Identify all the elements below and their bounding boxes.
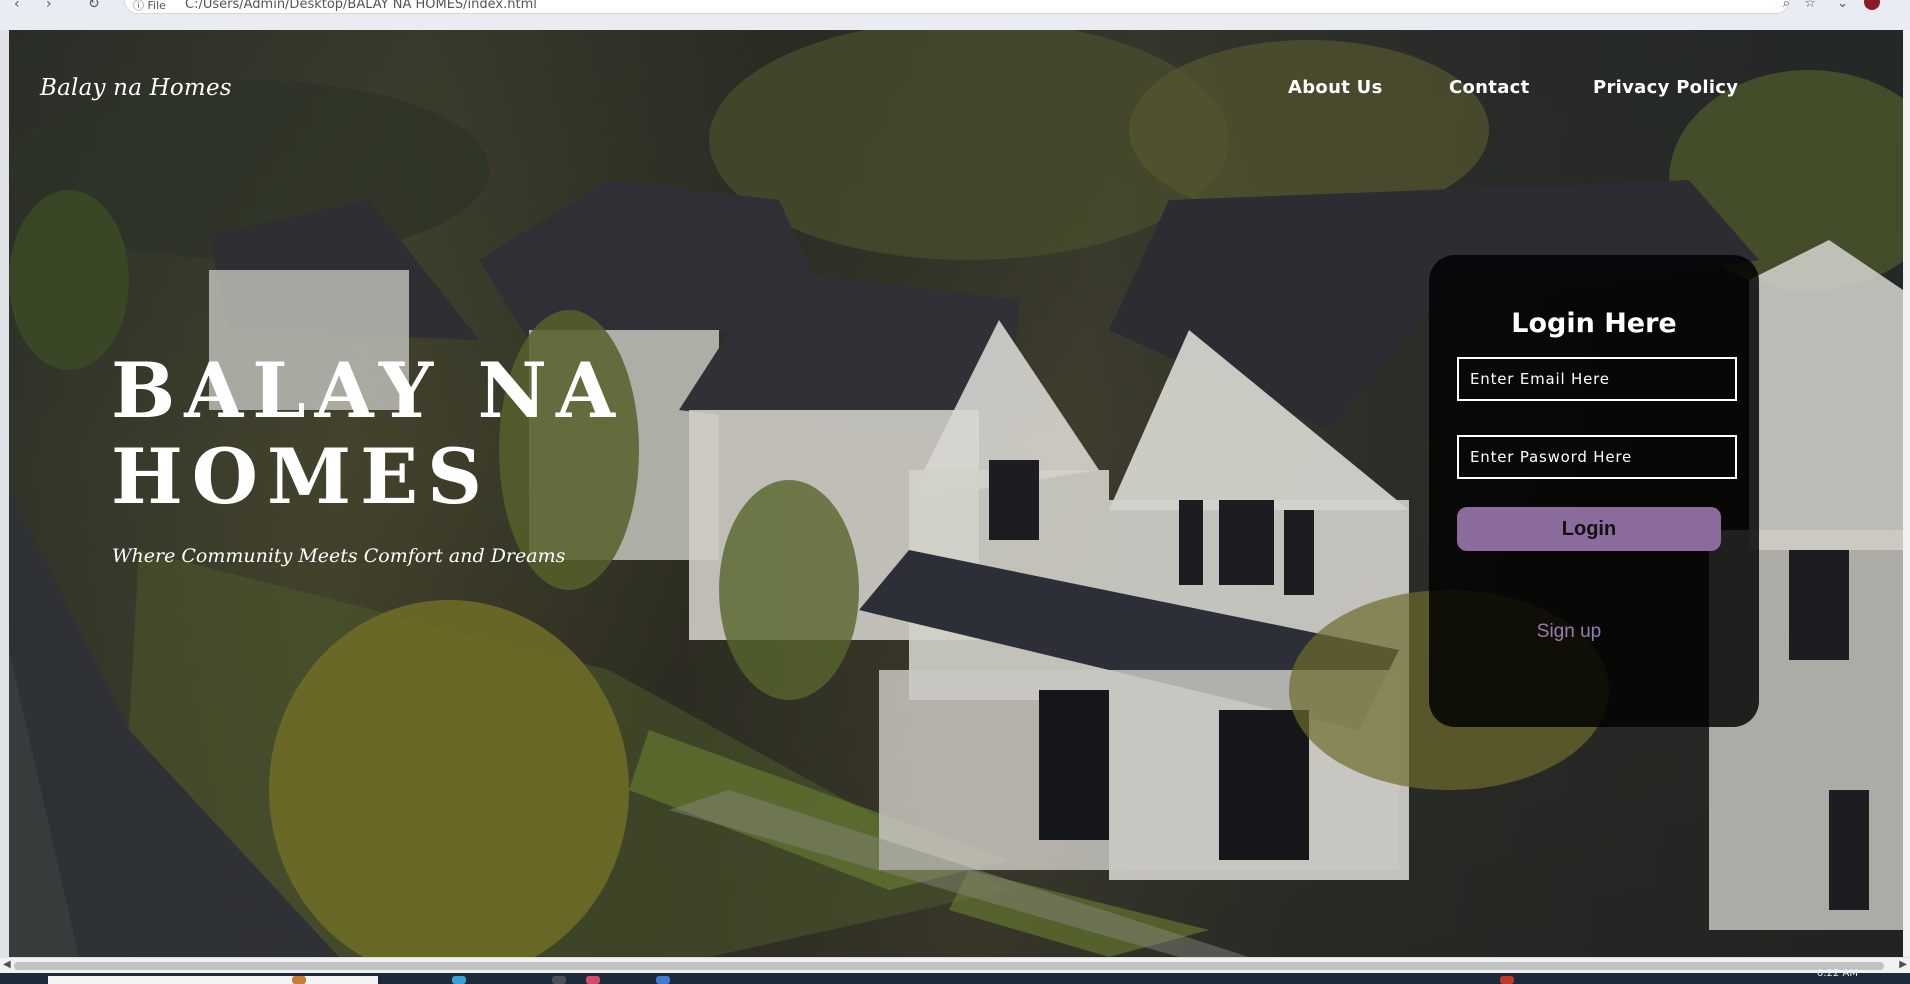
scroll-left-icon[interactable]: ◀: [3, 959, 11, 970]
vertical-scrollbar[interactable]: [1903, 30, 1910, 957]
taskbar-edge-icon[interactable]: [452, 976, 466, 984]
email-field[interactable]: [1457, 357, 1737, 401]
signup-link[interactable]: Sign up: [1429, 621, 1709, 643]
reload-icon[interactable]: ↻: [88, 0, 100, 12]
taskbar-clock[interactable]: 6:22 AM: [1817, 968, 1858, 979]
browser-toolbar: ‹ › ↻ ⓘ File C:/Users/Admin/Desktop/BALA…: [0, 0, 1910, 30]
hero-title-line2: HOMES: [111, 432, 491, 521]
password-field[interactable]: [1457, 435, 1737, 479]
taskbar-chrome-icon[interactable]: [586, 976, 600, 984]
os-taskbar: 6:22 AM: [0, 968, 1910, 984]
taskbar-files-icon[interactable]: [552, 976, 566, 984]
hero-title: BALAY NA HOMES: [111, 348, 624, 520]
scrollbar-thumb[interactable]: [14, 962, 1884, 970]
scheme-label: File: [147, 0, 166, 12]
taskbar-search-box[interactable]: [48, 976, 378, 984]
nav-contact[interactable]: Contact: [1449, 77, 1530, 98]
zoom-icon[interactable]: ⌕: [1783, 0, 1790, 11]
menu-icon[interactable]: ⌄: [1837, 0, 1848, 11]
back-icon[interactable]: ‹: [14, 0, 20, 12]
taskbar-app-icon[interactable]: [292, 976, 306, 984]
nav-privacy-policy[interactable]: Privacy Policy: [1593, 77, 1738, 98]
taskbar-vscode-icon[interactable]: [656, 976, 670, 984]
star-icon[interactable]: ☆: [1804, 0, 1816, 11]
address-text: C:/Users/Admin/Desktop/BALAY NA HOMES/in…: [185, 0, 537, 12]
profile-avatar[interactable]: [1864, 0, 1880, 10]
taskbar-tray-icon[interactable]: [1500, 976, 1514, 984]
forward-icon[interactable]: ›: [46, 0, 52, 12]
scroll-right-icon[interactable]: ▶: [1899, 959, 1907, 970]
nav-about-us[interactable]: About Us: [1288, 77, 1383, 98]
site-logo[interactable]: Balay na Homes: [40, 75, 232, 101]
login-button[interactable]: Login: [1457, 507, 1721, 551]
login-card: Login Here Login Sign up: [1429, 255, 1759, 727]
address-bar[interactable]: ⓘ File C:/Users/Admin/Desktop/BALAY NA H…: [124, 0, 1790, 14]
login-title: Login Here: [1511, 308, 1677, 339]
hero-tagline: Where Community Meets Comfort and Dreams: [112, 545, 566, 567]
page-viewport: Balay na Homes About Us Contact Privacy …: [9, 30, 1903, 957]
info-icon[interactable]: ⓘ File: [133, 0, 166, 13]
horizontal-scrollbar[interactable]: ◀ ▶: [0, 957, 1910, 973]
hero-title-line1: BALAY NA: [111, 346, 624, 435]
